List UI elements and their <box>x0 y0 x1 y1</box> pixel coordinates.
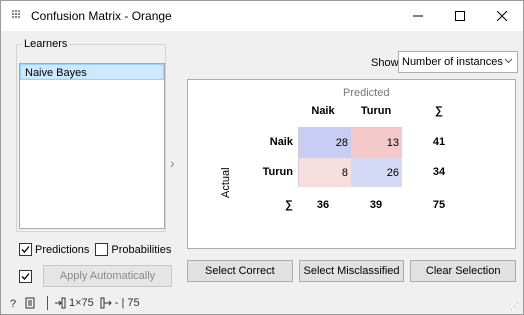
actual-axis-label: Actual <box>220 167 232 198</box>
report-icon[interactable] <box>25 297 35 309</box>
column-sum: 36 <box>316 199 330 211</box>
matrix-cell[interactable]: 28 <box>299 128 351 158</box>
show-label: Show: <box>371 57 402 69</box>
select-correct-button[interactable]: Select Correct <box>187 260 293 282</box>
window-title: Confusion Matrix - Orange <box>31 9 172 23</box>
output-count: - | 75 <box>114 297 140 309</box>
clear-selection-button[interactable]: Clear Selection <box>410 260 517 282</box>
chevron-down-icon <box>504 56 513 68</box>
column-sum: 39 <box>369 199 383 211</box>
total-sum: 75 <box>432 199 446 211</box>
matrix-grid: 28 13 8 26 <box>298 127 402 187</box>
options-row: Predictions Probabilities <box>19 243 177 256</box>
maximize-button[interactable] <box>439 1 481 31</box>
probabilities-label[interactable]: Probabilities <box>111 244 171 256</box>
predictions-label[interactable]: Predictions <box>35 244 89 256</box>
row-sum: 41 <box>432 136 446 148</box>
matrix-cell[interactable]: 8 <box>299 158 351 187</box>
close-button[interactable] <box>481 1 523 31</box>
title-bar: Confusion Matrix - Orange <box>1 1 523 31</box>
probabilities-checkbox[interactable] <box>95 243 109 256</box>
checkmark-icon <box>21 246 30 253</box>
selection-buttons: Select Correct Select Misclassified Clea… <box>187 260 517 282</box>
row-sum: 34 <box>432 166 446 178</box>
orange-app-icon <box>11 9 25 23</box>
learner-item[interactable]: Naive Bayes <box>20 64 164 80</box>
input-icon <box>55 297 66 309</box>
column-header-turun[interactable]: Turun <box>351 97 401 125</box>
auto-apply-checkbox[interactable] <box>19 269 32 283</box>
row-header-turun[interactable]: Turun <box>243 158 293 186</box>
confusion-matrix: Predicted Actual Naik Turun ∑ 28 13 8 26… <box>187 79 516 249</box>
svg-text:?: ? <box>10 298 16 309</box>
output-icon <box>100 297 112 309</box>
show-dropdown-value: Number of instances <box>402 56 503 68</box>
learners-list[interactable]: Naive Bayes <box>19 63 165 229</box>
input-indicator: 1×75 <box>54 297 94 309</box>
close-icon <box>497 11 507 21</box>
auto-apply-row: Apply Automatically <box>19 265 172 287</box>
collapse-panel-icon[interactable]: › <box>170 155 175 171</box>
help-icon[interactable]: ? <box>9 297 19 309</box>
status-bar: ? 1×75 - | 75 ⋰ <box>1 292 523 314</box>
matrix-cell[interactable]: 13 <box>351 128 402 158</box>
confusion-matrix-window: Confusion Matrix - Orange Learners Naive… <box>0 0 524 315</box>
show-dropdown[interactable]: Number of instances <box>398 51 518 73</box>
main-panel: Show: Number of instances Predicted Actu… <box>181 44 520 286</box>
output-indicator: - | 75 <box>100 297 140 309</box>
row-header-naik[interactable]: Naik <box>243 128 293 156</box>
resize-grip-icon[interactable]: ⋰ <box>510 301 519 312</box>
status-separator <box>47 296 48 310</box>
apply-button[interactable]: Apply Automatically <box>43 265 172 287</box>
column-header-sum: ∑ <box>435 105 443 117</box>
checkmark-icon <box>21 272 30 280</box>
maximize-icon <box>455 11 465 21</box>
row-header-sum: ∑ <box>285 199 293 211</box>
minimize-icon <box>413 15 423 17</box>
input-count: 1×75 <box>69 297 94 309</box>
select-misclassified-button[interactable]: Select Misclassified <box>298 260 405 282</box>
column-header-naik[interactable]: Naik <box>298 97 348 125</box>
matrix-cell[interactable]: 26 <box>351 158 402 187</box>
minimize-button[interactable] <box>397 1 439 31</box>
predictions-checkbox[interactable] <box>19 243 32 256</box>
learners-group: Learners Naive Bayes <box>16 38 166 232</box>
learners-legend: Learners <box>22 38 70 50</box>
